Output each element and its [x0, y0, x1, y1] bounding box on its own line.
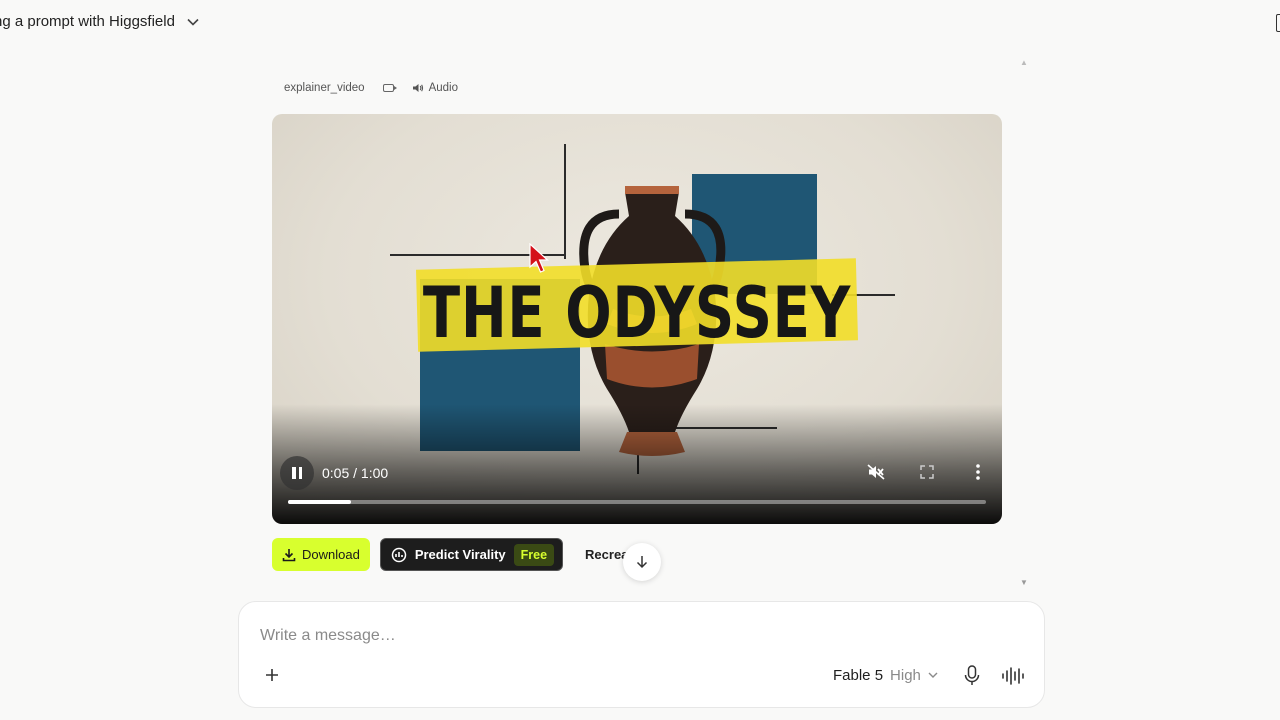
conversation-title: ng a prompt with Higgsfield	[0, 13, 175, 30]
virality-chart-icon	[391, 547, 407, 562]
audio-tag: Audio	[412, 82, 458, 94]
video-player[interactable]: THE ODYSSEY 0:05 / 1:00	[272, 114, 1002, 524]
sidebar-toggle-icon[interactable]	[1276, 14, 1280, 32]
poster-title: THE ODYSSEY	[422, 272, 852, 354]
conversation-title-dropdown[interactable]: ng a prompt with Higgsfield	[0, 13, 199, 30]
scroll-to-bottom-button[interactable]	[623, 543, 661, 581]
microphone-button[interactable]	[961, 664, 983, 688]
progress-fill	[288, 500, 351, 504]
predict-virality-button[interactable]: Predict Virality Free	[379, 538, 564, 571]
video-actions-row: Download Predict Virality Free Recreate	[272, 538, 631, 571]
plus-icon	[266, 669, 278, 681]
download-label: Download	[302, 547, 360, 562]
audio-label: Audio	[428, 82, 458, 94]
chevron-down-icon	[187, 15, 199, 29]
audio-waveform-icon	[1002, 667, 1024, 685]
download-button[interactable]: Download	[272, 538, 370, 571]
fullscreen-icon[interactable]	[915, 460, 939, 484]
mute-icon[interactable]	[864, 460, 888, 484]
download-icon	[282, 548, 296, 561]
top-bar: ng a prompt with Higgsfield	[0, 0, 1280, 46]
video-camera-icon	[382, 84, 397, 92]
recreate-button[interactable]: Recreate	[573, 538, 631, 571]
pause-button[interactable]	[280, 456, 314, 490]
message-composer: Fable 5 High	[238, 601, 1045, 708]
model-quality: High	[890, 667, 921, 684]
predict-virality-label: Predict Virality	[414, 547, 506, 562]
scroll-up-arrow-icon[interactable]: ▲	[1020, 58, 1028, 67]
add-attachment-button[interactable]	[261, 664, 283, 686]
attachment-filename: explainer_video	[284, 82, 365, 94]
arrow-down-icon	[636, 556, 648, 569]
model-name: Fable 5	[833, 667, 884, 684]
voice-mode-button[interactable]	[1001, 665, 1025, 687]
message-input[interactable]	[260, 624, 960, 648]
free-badge: Free	[513, 543, 555, 566]
model-selector[interactable]: Fable 5 High	[833, 667, 938, 684]
mouse-cursor-icon	[529, 243, 550, 273]
video-controls: 0:05 / 1:00	[272, 444, 1002, 524]
speaker-icon	[412, 84, 423, 92]
scroll-down-arrow-icon[interactable]: ▼	[1020, 578, 1028, 587]
video-progress-bar[interactable]	[288, 500, 986, 504]
chevron-down-icon	[928, 670, 938, 681]
time-display: 0:05 / 1:00	[322, 465, 389, 481]
microphone-icon	[964, 665, 980, 685]
attachment-meta-row: explainer_video Audio	[284, 82, 458, 94]
more-options-icon[interactable]	[966, 460, 990, 484]
